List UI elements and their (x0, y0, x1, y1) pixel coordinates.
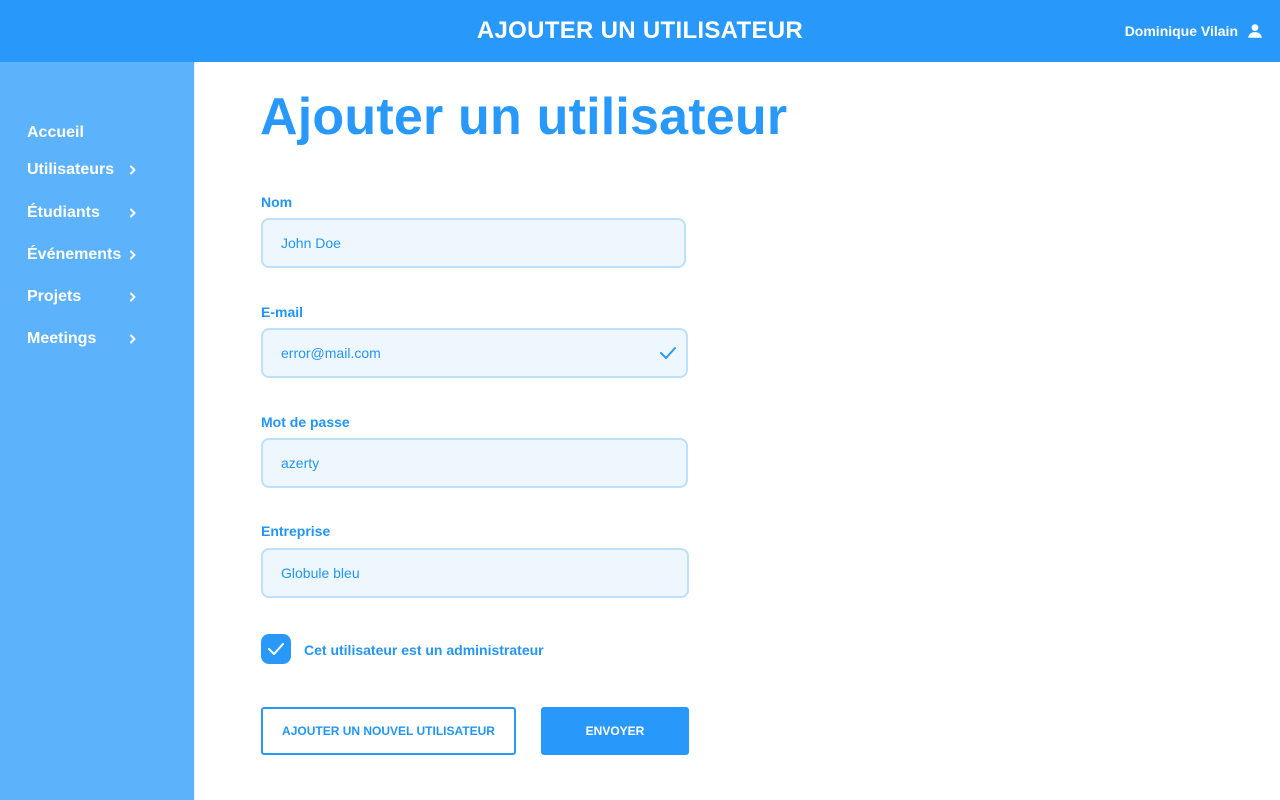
sidebar-item-accueil[interactable]: Accueil (27, 123, 139, 143)
password-field (261, 438, 688, 488)
sidebar-item-projets[interactable]: Projets (27, 287, 139, 307)
admin-checkbox-label: Cet utilisateur est un administrateur (304, 642, 544, 658)
user-icon (1248, 24, 1262, 38)
user-menu[interactable]: Dominique Vilain (1125, 22, 1264, 40)
email-input[interactable] (281, 345, 686, 361)
check-icon (659, 345, 677, 366)
name-input[interactable] (281, 235, 684, 251)
top-bar: AJOUTER UN UTILISATEUR Dominique Vilain (0, 0, 1280, 62)
sidebar-item-meetings[interactable]: Meetings (27, 329, 139, 349)
chevron-right-icon (127, 249, 139, 261)
sidebar-item-label: Étudiants (27, 204, 100, 221)
sidebar-item-etudiants[interactable]: Étudiants (27, 203, 139, 223)
sidebar-item-label: Projets (27, 288, 82, 305)
sidebar-item-utilisateurs[interactable]: Utilisateurs (27, 160, 139, 180)
chevron-right-icon (127, 207, 139, 219)
name-field (261, 218, 686, 268)
main-content: Ajouter un utilisateur Nom E-mail Mot de… (196, 62, 1280, 800)
name-label: Nom (261, 194, 293, 210)
user-name: Dominique Vilain (1124, 23, 1238, 39)
admin-checkbox[interactable] (261, 634, 291, 664)
submit-button[interactable]: ENVOYER (541, 707, 689, 755)
sidebar-item-evenements[interactable]: Événements (27, 245, 139, 265)
chevron-right-icon (127, 333, 139, 345)
sidebar-item-label: Meetings (27, 330, 97, 347)
add-new-user-button[interactable]: AJOUTER UN NOUVEL UTILISATEUR (261, 707, 516, 755)
sidebar-item-label: Événements (27, 246, 122, 263)
password-input[interactable] (281, 455, 686, 471)
page-title: Ajouter un utilisateur (260, 88, 788, 146)
header-title: AJOUTER UN UTILISATEUR (476, 17, 804, 44)
company-input[interactable] (281, 565, 687, 581)
password-label: Mot de passe (261, 414, 350, 430)
email-field (261, 328, 688, 378)
company-field (261, 548, 689, 598)
chevron-right-icon (127, 164, 139, 176)
sidebar: Accueil Utilisateurs Étudiants Événement… (0, 62, 195, 800)
company-label: Entreprise (261, 523, 331, 539)
chevron-right-icon (127, 291, 139, 303)
sidebar-item-label: Accueil (27, 124, 84, 141)
check-icon (268, 643, 284, 655)
sidebar-item-label: Utilisateurs (27, 161, 115, 178)
email-label: E-mail (261, 304, 304, 320)
